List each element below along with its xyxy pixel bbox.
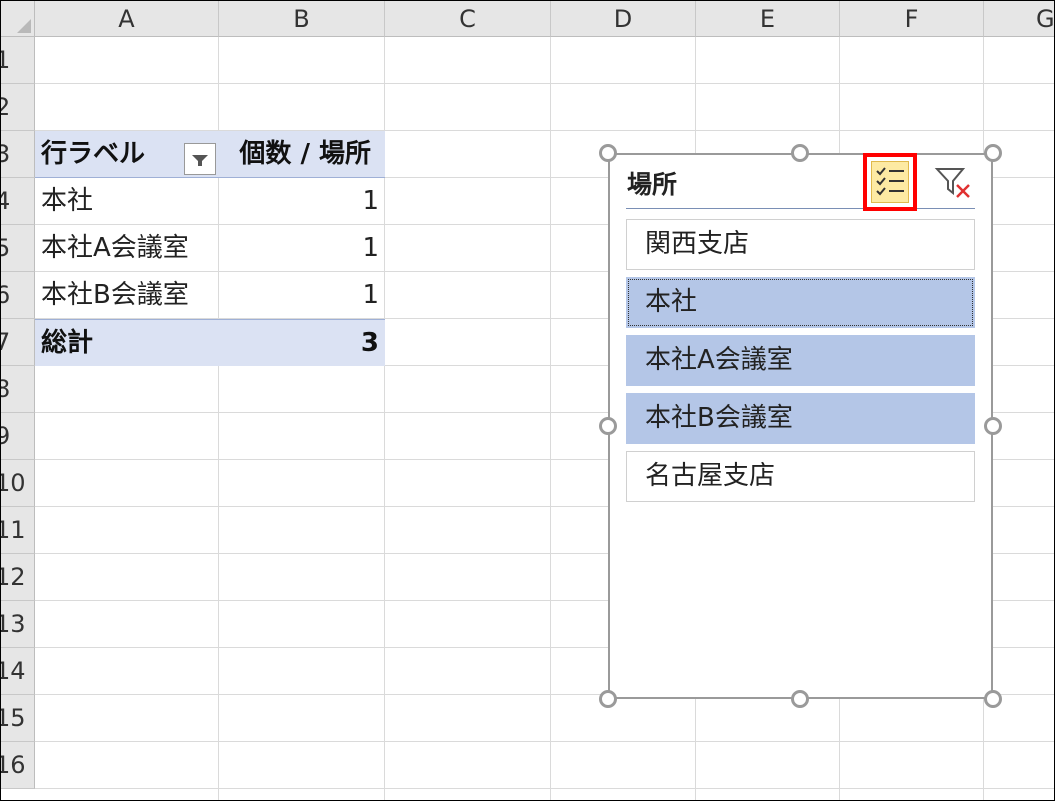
select-all-corner[interactable] <box>1 1 35 37</box>
row-header-3[interactable]: 3 <box>1 131 35 178</box>
select-all-triangle <box>17 19 31 33</box>
clear-filter-icon <box>934 168 970 198</box>
pivot-filter-button[interactable] <box>184 143 216 175</box>
pivot-row-label[interactable]: 本社A会議室 <box>35 225 219 272</box>
row-header-12[interactable]: 12 <box>1 554 35 601</box>
row-header-16[interactable]: 16 <box>1 742 35 789</box>
row-header-11[interactable]: 11 <box>1 507 35 554</box>
row-header-14[interactable]: 14 <box>1 648 35 695</box>
resize-handle-bottom-left[interactable] <box>599 690 617 708</box>
row-header-13[interactable]: 13 <box>1 601 35 648</box>
gridline <box>35 788 1054 789</box>
row-header-4[interactable]: 4 <box>1 178 35 225</box>
row-header-8[interactable]: 8 <box>1 366 35 413</box>
row-header-7[interactable]: 7 <box>1 319 35 366</box>
pivot-row-value[interactable]: 1 <box>219 272 385 319</box>
gridline <box>550 37 551 800</box>
pivot-row-value[interactable]: 1 <box>219 178 385 225</box>
row-header-2[interactable]: 2 <box>1 84 35 131</box>
pivot-row-labels-text: 行ラベル <box>41 139 146 169</box>
slicer-title: 場所 <box>627 170 678 199</box>
row-header-6[interactable]: 6 <box>1 272 35 319</box>
resize-handle-left[interactable] <box>599 417 617 435</box>
slicer-item-honsha-a[interactable]: 本社A会議室 <box>626 335 975 386</box>
pivot-row-label[interactable]: 本社B会議室 <box>35 272 219 319</box>
row-header-5[interactable]: 5 <box>1 225 35 272</box>
slicer-header-divider <box>626 208 975 209</box>
pivot-grand-total-label[interactable]: 総計 <box>35 319 219 366</box>
gridline <box>35 83 1054 84</box>
pivot-grand-total-value[interactable]: 3 <box>219 319 385 366</box>
row-header-1[interactable]: 1 <box>1 37 35 84</box>
row-header-10[interactable]: 10 <box>1 460 35 507</box>
gridline <box>35 741 1054 742</box>
resize-handle-bottom[interactable] <box>791 690 809 708</box>
row-header-9[interactable]: 9 <box>1 413 35 460</box>
column-header-e[interactable]: E <box>696 1 840 37</box>
resize-handle-top-left[interactable] <box>599 144 617 162</box>
filter-dropdown-icon <box>192 155 208 166</box>
resize-handle-bottom-right[interactable] <box>984 690 1002 708</box>
column-header-f[interactable]: F <box>840 1 984 37</box>
multi-select-button[interactable] <box>863 153 917 211</box>
slicer-item-honsha[interactable]: 本社 <box>626 277 975 328</box>
multi-select-button-face <box>871 161 909 203</box>
slicer-item-honsha-b[interactable]: 本社B会議室 <box>626 393 975 444</box>
resize-handle-right[interactable] <box>984 417 1002 435</box>
spreadsheet-window: A B C D E F G 1 2 3 4 5 6 7 8 9 10 11 12… <box>0 0 1055 801</box>
pivot-count-header[interactable]: 個数 / 場所 <box>219 131 385 178</box>
column-header-b[interactable]: B <box>219 1 385 37</box>
clear-filter-button[interactable] <box>933 161 973 201</box>
column-header-a[interactable]: A <box>35 1 219 37</box>
row-header-15[interactable]: 15 <box>1 695 35 742</box>
multi-select-icon <box>876 167 904 196</box>
column-header-c[interactable]: C <box>385 1 551 37</box>
resize-handle-top-right[interactable] <box>984 144 1002 162</box>
column-header-d[interactable]: D <box>551 1 696 37</box>
slicer-item-nagoya[interactable]: 名古屋支店 <box>626 451 975 502</box>
resize-handle-top[interactable] <box>791 144 809 162</box>
column-header-g[interactable]: G <box>984 1 1054 37</box>
pivot-row-value[interactable]: 1 <box>219 225 385 272</box>
pivot-row-label[interactable]: 本社 <box>35 178 219 225</box>
slicer-item-kansai[interactable]: 関西支店 <box>626 219 975 270</box>
